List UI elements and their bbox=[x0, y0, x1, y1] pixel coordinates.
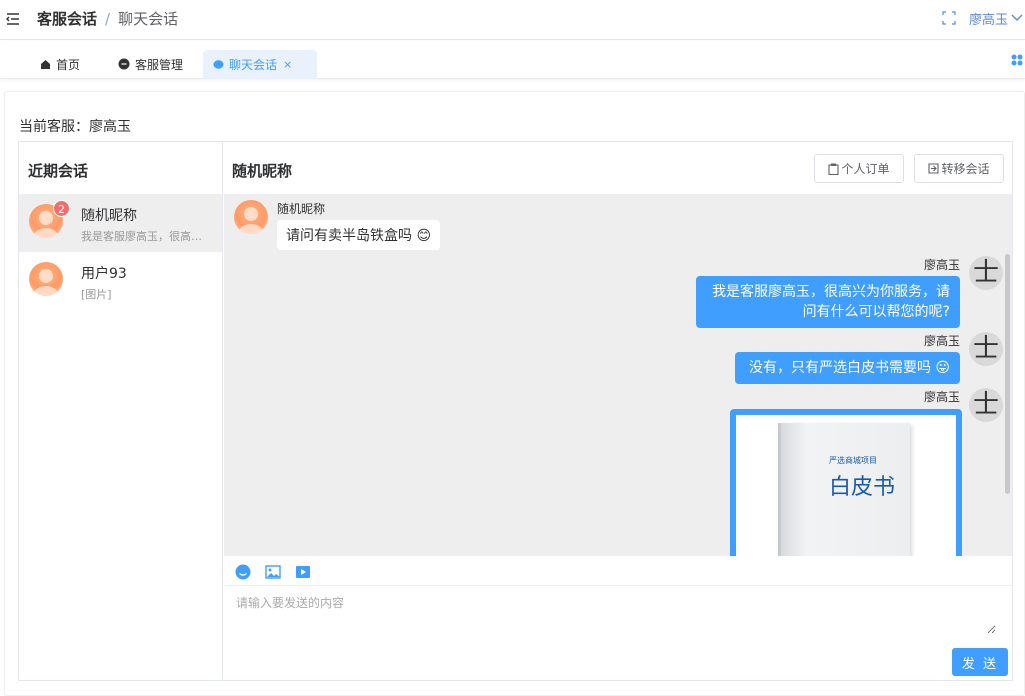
session-name: 用户93 bbox=[81, 266, 127, 282]
message-sender: 廖高玉 bbox=[924, 258, 961, 272]
current-agent-label: 当前客服：廖高玉 bbox=[19, 119, 131, 135]
message-list[interactable]: 随机昵称 请问有卖半岛铁盒吗 😊 士 廖高玉 我是客服廖高玉，很高兴为你服务，请… bbox=[224, 194, 1012, 556]
message-line: 问有什么可以帮您的呢? bbox=[802, 304, 950, 320]
message-bubble: 请问有卖半岛铁盒吗 😊 bbox=[277, 220, 441, 250]
personal-orders-button[interactable]: 个人订单 bbox=[814, 154, 904, 183]
session-item[interactable]: 2 随机昵称 我是客服廖高玉，很高兴为你服务，请问有什么可以帮您的呢? bbox=[19, 194, 222, 252]
transfer-icon bbox=[928, 163, 940, 174]
tab-close-icon[interactable]: × bbox=[283, 58, 292, 71]
avatar bbox=[29, 262, 63, 296]
message-bubble: 没有，只有严选白皮书需要吗 😛 bbox=[735, 352, 960, 384]
message-sender: 廖高玉 bbox=[924, 334, 961, 348]
emoji-icon[interactable] bbox=[235, 564, 251, 580]
user-avatar-icon bbox=[34, 269, 58, 296]
message-input[interactable] bbox=[236, 594, 996, 634]
chat-area: 随机昵称 个人订单 转移会话 随机昵称 请问有卖半岛铁盒吗 😊 士 廖高玉 我是… bbox=[224, 142, 1012, 680]
tab-home-label: 首页 bbox=[56, 57, 81, 72]
message-line: 我是客服廖高玉，很高兴为你服务，请 bbox=[712, 284, 950, 300]
tab-service-manage[interactable]: 客服管理 bbox=[108, 50, 193, 78]
send-button[interactable]: 发 送 bbox=[952, 648, 1008, 676]
agent-avatar: 士 bbox=[969, 256, 1003, 290]
tab-chat-session[interactable]: 聊天会话 × bbox=[203, 50, 317, 79]
image-icon[interactable] bbox=[265, 564, 281, 580]
agent-avatar: 士 bbox=[969, 332, 1003, 366]
transfer-session-button[interactable]: 转移会话 bbox=[914, 154, 1004, 183]
session-preview: 我是客服廖高玉，很高兴为你服务，请问有什么可以帮您的呢? bbox=[81, 230, 211, 243]
session-preview: [图片] bbox=[81, 288, 112, 301]
chat-bubble-icon bbox=[118, 58, 130, 70]
input-toolbar bbox=[224, 556, 1012, 586]
chat-dot-icon bbox=[213, 60, 224, 69]
message-bubble: 我是客服廖高玉，很高兴为你服务，请 问有什么可以帮您的呢? bbox=[696, 276, 960, 328]
menu-fold-icon[interactable] bbox=[6, 12, 20, 26]
avatar bbox=[234, 200, 268, 234]
video-icon[interactable] bbox=[295, 564, 311, 580]
session-list-title: 近期会话 bbox=[28, 162, 89, 180]
breadcrumb-item-chat: 聊天会话 bbox=[118, 10, 179, 28]
message-sender: 随机昵称 bbox=[277, 202, 326, 216]
tags-view-bar: 首页 客服管理 聊天会话 × bbox=[0, 41, 1025, 79]
chat-title: 随机昵称 bbox=[232, 162, 293, 180]
session-item[interactable]: 用户93 [图片] bbox=[19, 252, 222, 310]
chevron-down-icon[interactable] bbox=[1011, 11, 1023, 23]
image-message[interactable]: 严选商城项目 白皮书 bbox=[730, 409, 962, 556]
user-name[interactable]: 廖高玉 bbox=[969, 9, 1008, 28]
user-avatar-icon bbox=[239, 207, 263, 234]
clipboard-icon bbox=[828, 163, 840, 175]
home-icon bbox=[41, 59, 50, 69]
book-subtitle: 严选商城项目 bbox=[829, 456, 877, 465]
tab-service-manage-label: 客服管理 bbox=[135, 57, 184, 72]
whitepaper-book: 严选商城项目 白皮书 bbox=[778, 423, 910, 556]
unread-badge: 2 bbox=[53, 200, 70, 217]
message-sender: 廖高玉 bbox=[924, 390, 961, 404]
tab-home[interactable]: 首页 bbox=[30, 50, 90, 78]
agent-avatar: 士 bbox=[969, 388, 1003, 422]
apps-grid-icon[interactable] bbox=[1011, 54, 1023, 66]
breadcrumb-item-service[interactable]: 客服会话 bbox=[37, 8, 97, 29]
breadcrumb: 客服会话 / 聊天会话 bbox=[37, 8, 178, 29]
personal-orders-label: 个人订单 bbox=[841, 162, 890, 176]
top-navbar: 客服会话 / 聊天会话 廖高玉 bbox=[0, 0, 1025, 40]
session-name: 随机昵称 bbox=[81, 208, 137, 224]
message-scrollbar[interactable] bbox=[1005, 254, 1010, 494]
tab-chat-session-label: 聊天会话 bbox=[229, 58, 278, 72]
book-title: 白皮书 bbox=[829, 475, 896, 500]
session-list: 近期会话 2 随机昵称 我是客服廖高玉，很高兴为你服务，请问有什么可以帮您的呢?… bbox=[19, 142, 223, 680]
chat-container: 近期会话 2 随机昵称 我是客服廖高玉，很高兴为你服务，请问有什么可以帮您的呢?… bbox=[18, 141, 1013, 681]
transfer-session-label: 转移会话 bbox=[941, 162, 990, 176]
breadcrumb-separator: / bbox=[105, 9, 111, 28]
whitepaper-image: 严选商城项目 白皮书 bbox=[736, 415, 956, 556]
fullscreen-icon[interactable] bbox=[942, 11, 956, 25]
